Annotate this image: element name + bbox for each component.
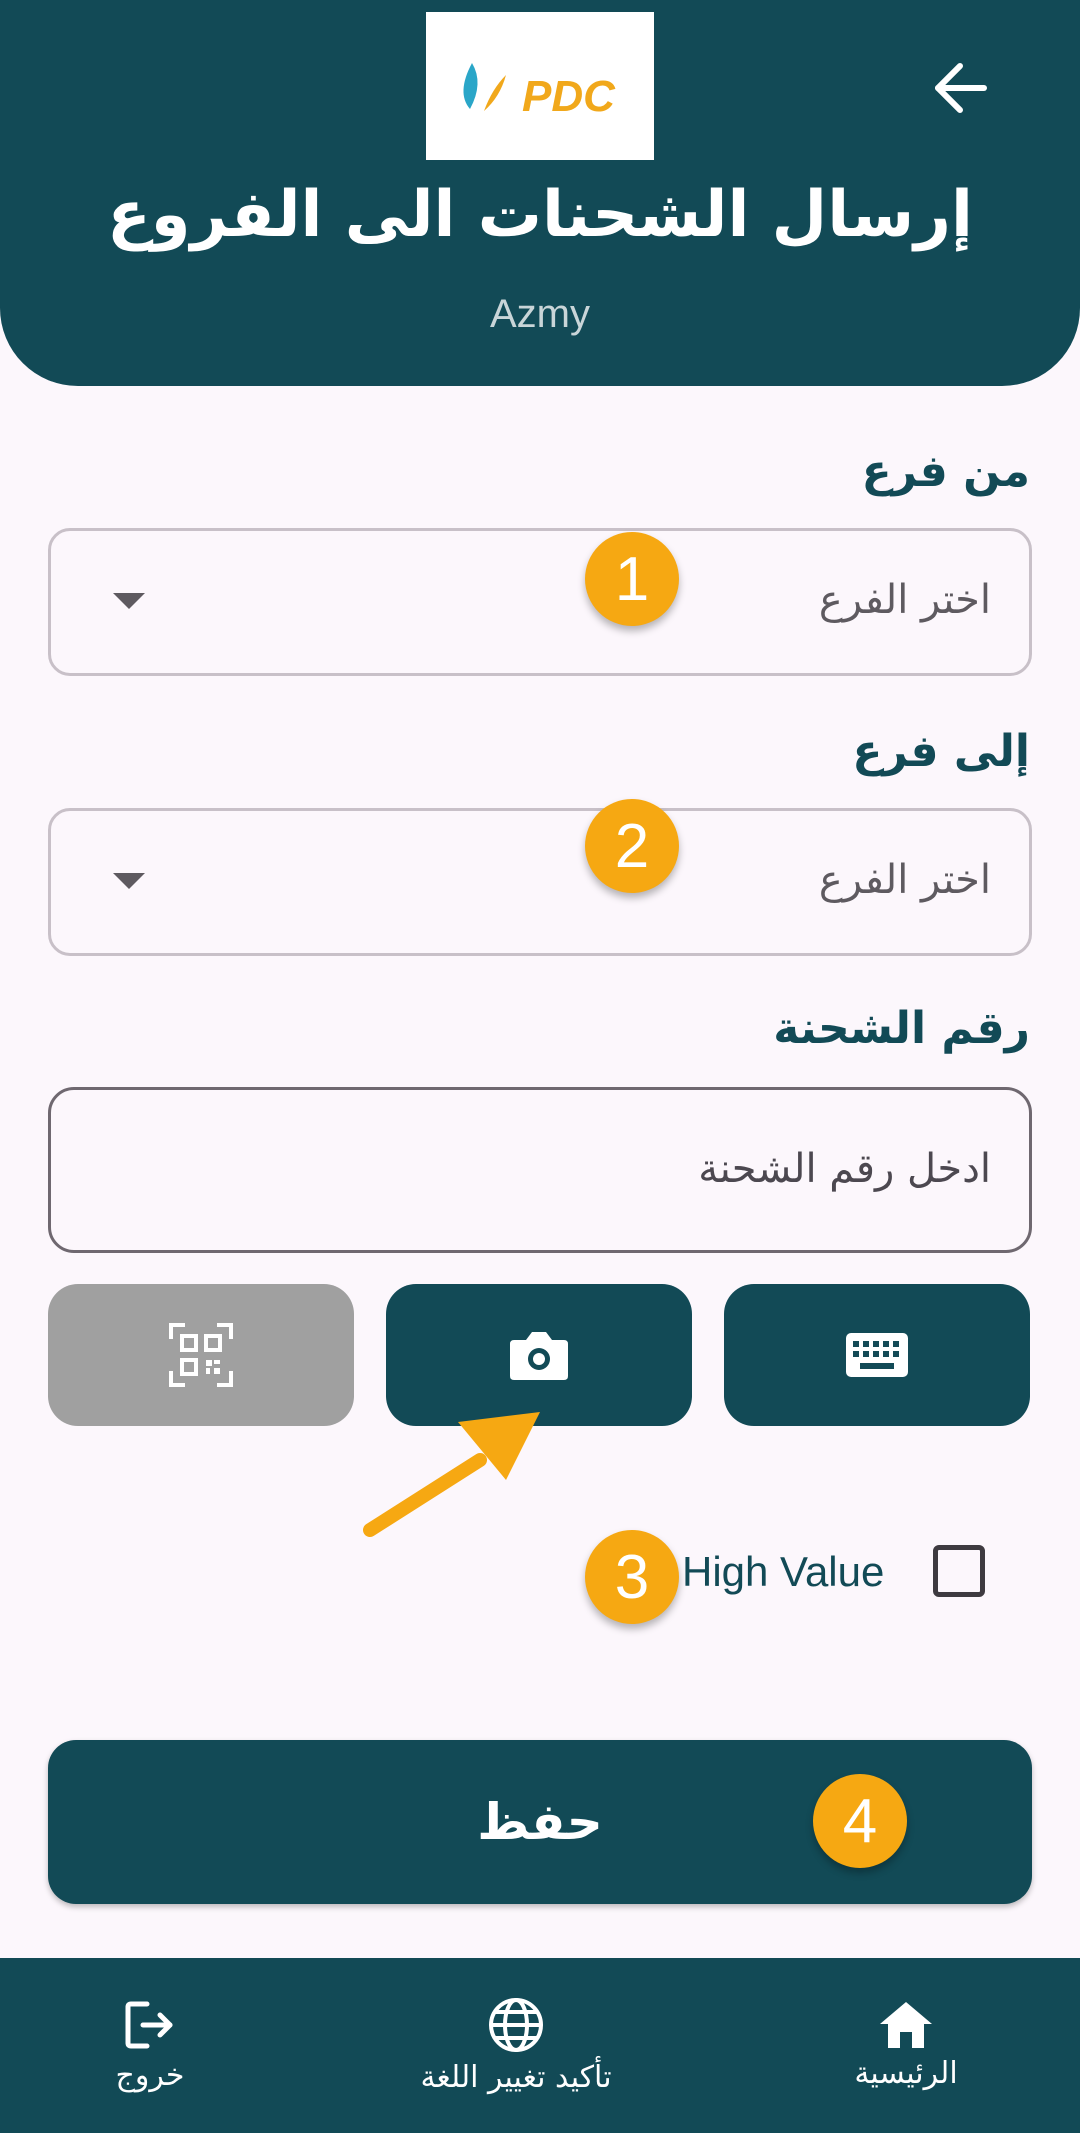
logout-icon [125, 2001, 173, 2049]
nav-language[interactable]: تأكيد تغيير اللغة [366, 1958, 666, 2133]
step-badge-4: 4 [813, 1774, 907, 1868]
globe-icon [489, 1998, 543, 2052]
nav-logout[interactable]: خروج [0, 1958, 300, 2133]
high-value-label: High Value [682, 1548, 885, 1595]
bottom-navigation: خروج تأكيد تغيير اللغة الرئيسية [0, 1958, 1080, 2133]
screen: PDC إرسال الشحنات الى الفروع Azmy من فرع… [0, 0, 1080, 2133]
nav-home-label: الرئيسية [854, 2056, 958, 2091]
nav-language-label: تأكيد تغيير اللغة [420, 2060, 612, 2095]
save-button-label: حفظ [477, 1793, 603, 1851]
nav-logout-label: خروج [115, 2058, 185, 2093]
step-badge-3: 3 [585, 1530, 679, 1624]
nav-home[interactable]: الرئيسية [756, 1958, 1056, 2133]
step-badge-2: 2 [585, 799, 679, 893]
home-icon [880, 2002, 932, 2048]
high-value-checkbox[interactable] [933, 1545, 985, 1597]
step-badge-1: 1 [585, 532, 679, 626]
